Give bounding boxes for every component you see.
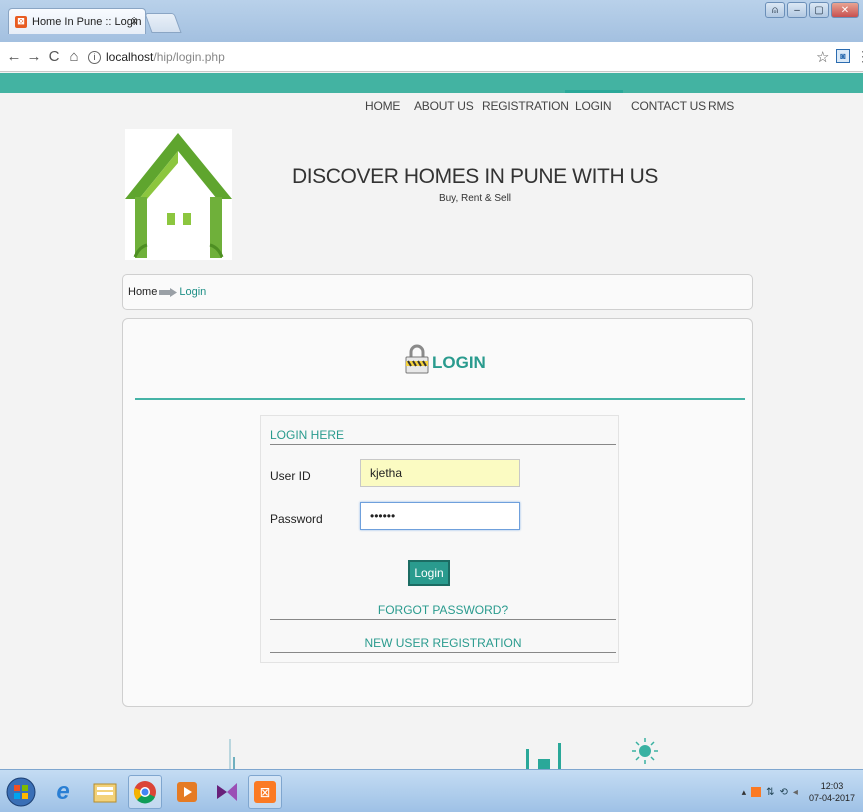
windows-start-icon xyxy=(6,777,36,807)
media-player-icon[interactable] xyxy=(170,775,204,809)
forgot-password-link[interactable]: FORGOT PASSWORD? xyxy=(270,603,616,620)
form-title: LOGIN HERE xyxy=(270,428,616,445)
nav-about-us[interactable]: ABOUT US xyxy=(414,99,474,113)
xampp-taskbar-icon[interactable]: ⊠ xyxy=(248,775,282,809)
divider xyxy=(135,398,745,400)
info-icon[interactable]: i xyxy=(88,50,101,64)
top-accent-strip xyxy=(0,73,863,93)
browser-tab[interactable]: ⊠ Home In Pune :: Login x xyxy=(8,8,146,34)
user-id-input[interactable] xyxy=(360,459,520,487)
file-explorer-icon[interactable] xyxy=(88,775,122,809)
xampp-tray-icon[interactable] xyxy=(751,787,762,797)
tab-close-icon[interactable]: x xyxy=(132,15,138,27)
nav-login[interactable]: LOGIN xyxy=(564,90,624,113)
bookmark-star-icon[interactable]: ☆ xyxy=(816,48,829,66)
clock-date: 07-04-2017 xyxy=(808,793,855,803)
start-button[interactable] xyxy=(4,775,38,809)
user-id-label: User ID xyxy=(270,469,311,483)
xampp-favicon-icon: ⊠ xyxy=(15,15,27,28)
extension-icon[interactable]: ◙ xyxy=(836,49,850,63)
new-user-registration-link[interactable]: NEW USER REGISTRATION xyxy=(270,636,616,653)
login-title: LOGIN xyxy=(432,353,486,372)
url-host: localhost xyxy=(106,50,154,64)
main-nav: HOME ABOUT US REGISTRATION LOGIN CONTACT… xyxy=(0,90,863,119)
breadcrumb-home[interactable]: Home xyxy=(128,286,157,298)
maximize-button[interactable]: ▢ xyxy=(809,2,829,18)
sync-icon[interactable]: ⟲ xyxy=(780,787,788,798)
nav-rms[interactable]: RMS xyxy=(708,99,734,113)
system-clock[interactable]: 12:03 07-04-2017 xyxy=(809,780,855,804)
home-button[interactable]: ⌂ xyxy=(64,48,84,65)
password-label: Password xyxy=(270,512,323,526)
site-subtagline: Buy, Rent & Sell xyxy=(438,193,512,204)
internet-explorer-icon[interactable]: e xyxy=(46,775,80,809)
menu-dots-icon[interactable]: ⋮ xyxy=(856,48,863,65)
close-window-button[interactable]: ✕ xyxy=(831,2,859,18)
volume-icon[interactable]: ◂ xyxy=(793,787,798,798)
login-heading: LOGIN xyxy=(405,344,486,374)
login-button[interactable]: Login xyxy=(408,560,450,586)
system-tray: ▴ ⇅ ⟲ ◂ 12:03 07-04-2017 xyxy=(742,780,855,804)
visual-studio-icon[interactable] xyxy=(210,775,244,809)
windows-taskbar: e ⊠ ▴ ⇅ ⟲ ◂ 12:03 07-04-2017 xyxy=(0,769,863,812)
buildings-decoration-icon xyxy=(526,743,561,769)
network-icon[interactable]: ⇅ xyxy=(766,787,774,798)
back-button[interactable]: ← xyxy=(4,48,24,65)
forward-button[interactable]: → xyxy=(24,48,44,65)
login-form: LOGIN HERE User ID Password Login FORGOT… xyxy=(260,415,619,663)
clock-time: 12:03 xyxy=(820,781,844,791)
minimize-button[interactable]: – xyxy=(787,2,807,18)
web-page: HOME ABOUT US REGISTRATION LOGIN CONTACT… xyxy=(0,73,863,769)
nav-registration[interactable]: REGISTRATION xyxy=(482,99,569,113)
svg-text:⊠: ⊠ xyxy=(260,785,271,801)
breadcrumb: Home Login xyxy=(122,274,753,310)
address-bar[interactable]: i localhost/hip/login.php xyxy=(88,46,848,68)
new-tab-button[interactable] xyxy=(144,13,182,33)
browser-toolbar: ← → C ⌂ i localhost/hip/login.php xyxy=(0,42,863,72)
window-controls: ⍝ – ▢ ✕ xyxy=(765,2,859,18)
reload-button[interactable]: C xyxy=(44,48,64,65)
padlock-icon xyxy=(405,344,429,374)
nav-home[interactable]: HOME xyxy=(365,99,400,113)
url-path: /hip/login.php xyxy=(153,50,225,64)
show-hidden-icons-icon[interactable]: ▴ xyxy=(742,787,747,798)
password-input[interactable] xyxy=(360,502,520,530)
site-logo[interactable] xyxy=(125,129,232,260)
breadcrumb-current[interactable]: Login xyxy=(179,286,206,298)
chrome-taskbar-icon[interactable] xyxy=(128,775,162,809)
tower-decoration-icon xyxy=(229,739,235,769)
house-logo-icon xyxy=(125,133,232,258)
login-panel: LOGIN LOGIN HERE User ID Password Login … xyxy=(122,318,753,707)
user-icon[interactable]: ⍝ xyxy=(765,2,785,18)
sun-decoration-icon xyxy=(632,738,658,764)
tab-title: Home In Pune :: Login xyxy=(32,15,142,28)
site-tagline: DISCOVER HOMES IN PUNE WITH US xyxy=(291,165,659,188)
browser-titlebar: ⊠ Home In Pune :: Login x ⍝ – ▢ ✕ xyxy=(0,0,863,42)
nav-contact-us[interactable]: CONTACT US xyxy=(631,99,706,113)
arrow-right-icon xyxy=(159,288,178,297)
